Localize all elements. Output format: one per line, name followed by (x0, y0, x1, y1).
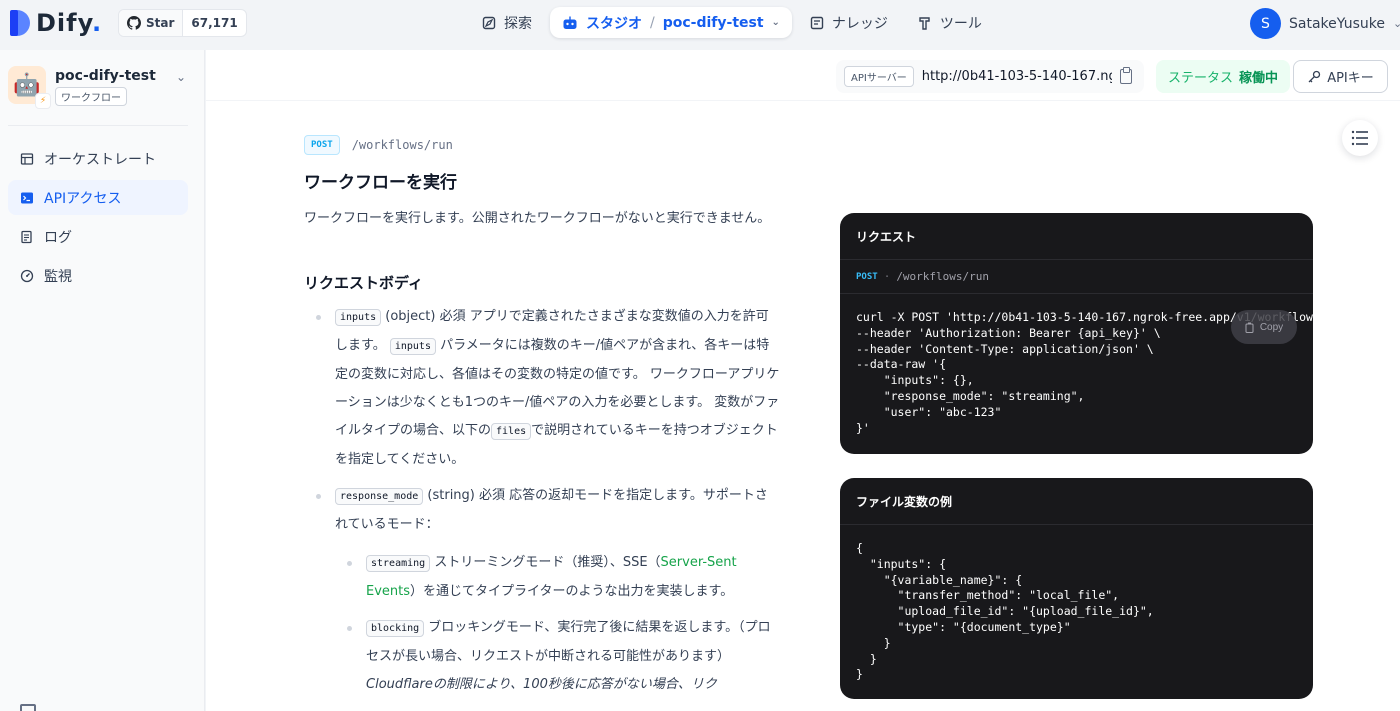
collapse-sidebar-icon[interactable] (20, 704, 36, 711)
nav-separator: / (650, 14, 655, 31)
nav-current-app[interactable]: poc-dify-test (663, 15, 764, 31)
list-icon (1351, 130, 1368, 146)
mode-streaming: streaming ストリーミングモード（推奨）、SSE（Server-Sent… (335, 549, 780, 606)
request-code-card: リクエスト POST · /workflows/run curl -X POST… (840, 213, 1313, 454)
inline-code: inputs (389, 338, 436, 355)
app-card[interactable]: 🤖 ⚡ poc-dify-test ワークフロー ⌄ (8, 66, 193, 110)
avatar[interactable]: S (1250, 8, 1281, 39)
nav-tools[interactable]: ツール (906, 7, 994, 38)
nav-tools-label: ツール (939, 15, 982, 32)
request-card-method: POST (856, 271, 878, 282)
copy-label: Copy (1259, 321, 1284, 333)
file-card-title: ファイル変数の例 (840, 478, 1313, 525)
mode-desc: ブロッキングモード、実行完了後に結果を返します。（プロセスが長い場合、リクエスト… (366, 620, 771, 664)
logo-text: Dify (36, 9, 93, 37)
dify-logo-mark (10, 10, 32, 36)
request-card-dot: · (883, 270, 891, 283)
method-badge: POST (304, 135, 340, 155)
api-server-box: APIサーバー http://0b41-103-5-140-167.ngrok-… (836, 60, 1144, 93)
chevron-down-icon[interactable]: ⌄ (1393, 17, 1400, 30)
status-label: ステータス (1168, 71, 1234, 86)
table-of-contents-button[interactable] (1342, 120, 1378, 156)
sidebar-item-orchestrate[interactable]: オーケストレート (8, 141, 188, 176)
status-value: 稼働中 (1239, 71, 1279, 86)
terminal-icon (21, 192, 33, 203)
doc-title: ワークフローを実行 (304, 173, 457, 193)
main-nav: 探索 スタジオ / poc-dify-test ⌄ ナレッジ ツール (470, 7, 994, 38)
param-name: inputs (335, 309, 382, 326)
nav-studio[interactable]: スタジオ / poc-dify-test ⌄ (550, 7, 792, 38)
user-menu[interactable]: S SatakeYusuke ⌄ (1250, 8, 1400, 39)
api-key-label: APIキー (1327, 71, 1374, 86)
api-key-button[interactable]: APIキー (1293, 60, 1388, 93)
param-response-mode: response_mode (string) 必須 応答の返却モードを指定します… (304, 482, 780, 699)
param-list: inputs (object) 必須 アプリで定義されたさまざまな変数値の入力を… (304, 303, 780, 699)
request-card-endpoint: POST · /workflows/run (840, 260, 1313, 294)
endpoint-path: /workflows/run (351, 138, 453, 152)
mode-list: streaming ストリーミングモード（推奨）、SSE（Server-Sent… (335, 549, 780, 699)
nav-knowledge-label: ナレッジ (831, 15, 888, 32)
sidebar-menu: オーケストレート APIアクセス ログ 監視 (8, 141, 188, 297)
orchestrate-icon (20, 152, 34, 165)
nav-explore-label: 探索 (504, 15, 532, 32)
tools-icon (919, 16, 930, 30)
request-body-heading: リクエストボディ (304, 274, 423, 292)
app-type-badge: ワークフロー (55, 87, 127, 106)
mode-name: streaming (366, 555, 431, 572)
nav-explore[interactable]: 探索 (470, 7, 544, 38)
mode-name: blocking (366, 620, 425, 637)
mode-desc: ストリーミングモード（推奨）、SSE（ (430, 555, 661, 570)
nav-knowledge[interactable]: ナレッジ (798, 7, 900, 38)
explore-icon (482, 16, 496, 29)
github-star-label: Star (146, 16, 175, 30)
user-name: SatakeYusuke (1289, 15, 1385, 32)
api-server-url: http://0b41-103-5-140-167.ngrok-free.app… (921, 69, 1112, 84)
main-content: APIサーバー http://0b41-103-5-140-167.ngrok-… (206, 50, 1400, 711)
inline-code: files (491, 423, 532, 440)
top-bar: Dify. Star 67,171 探索 スタジオ / poc-dify-tes… (0, 0, 1400, 46)
workflow-badge-icon: ⚡ (35, 93, 51, 109)
mode-blocking: blocking ブロッキングモード、実行完了後に結果を返します。（プロセスが長… (335, 614, 780, 699)
status-badge: ステータス 稼働中 (1156, 60, 1291, 93)
api-doc: POST /workflows/run ワークフローを実行 ワークフローを実行し… (304, 134, 780, 707)
sidebar-item-api-access[interactable]: APIアクセス (8, 180, 188, 215)
api-server-label: APIサーバー (844, 66, 914, 87)
key-icon (1308, 70, 1321, 82)
sidebar-item-label: 監視 (44, 268, 72, 285)
sidebar: 🤖 ⚡ poc-dify-test ワークフロー ⌄ オーケストレート APIア… (0, 50, 205, 711)
github-icon (127, 16, 141, 30)
robot-icon (563, 16, 577, 29)
app-name: poc-dify-test (55, 68, 156, 84)
monitor-icon (20, 269, 34, 282)
mode-note: Cloudflareの制限により、100秒後に応答がない場合、リク (366, 677, 717, 692)
knowledge-icon (810, 16, 824, 29)
log-icon (21, 230, 32, 243)
github-star-count: 67,171 (191, 16, 238, 30)
request-card-path: /workflows/run (896, 270, 990, 283)
mode-desc: ）を通じてタイプライターのような出力を実装します。 (410, 584, 734, 599)
doc-lead: ワークフローを実行します。公開されたワークフローがないと実行できません。 (304, 211, 771, 226)
nav-studio-label: スタジオ (586, 15, 642, 32)
sidebar-item-monitor[interactable]: 監視 (8, 258, 188, 293)
file-variable-card: ファイル変数の例 { "inputs": { "{variable_name}"… (840, 478, 1313, 699)
sidebar-item-label: APIアクセス (44, 190, 122, 207)
sidebar-item-label: オーケストレート (44, 151, 156, 168)
file-variable-code[interactable]: { "inputs": { "{variable_name}": { "tran… (840, 525, 1313, 699)
chevron-down-icon[interactable]: ⌄ (176, 70, 186, 84)
copy-clipboard-icon[interactable] (1119, 67, 1132, 84)
endpoint-row: POST /workflows/run (304, 134, 780, 156)
sidebar-item-label: ログ (44, 229, 72, 246)
dify-logo[interactable]: Dify. (10, 9, 102, 37)
request-card-title: リクエスト (840, 213, 1313, 260)
sidebar-divider (8, 125, 188, 126)
chevron-down-icon[interactable]: ⌄ (772, 17, 780, 28)
copy-button[interactable]: Copy (1231, 310, 1297, 344)
param-name: response_mode (335, 488, 424, 505)
github-star-widget[interactable]: Star 67,171 (118, 9, 247, 37)
copy-icon (1245, 322, 1254, 333)
api-header: APIサーバー http://0b41-103-5-140-167.ngrok-… (206, 50, 1400, 101)
param-inputs: inputs (object) 必須 アプリで定義されたさまざまな変数値の入力を… (304, 303, 780, 474)
sidebar-item-log[interactable]: ログ (8, 219, 188, 254)
